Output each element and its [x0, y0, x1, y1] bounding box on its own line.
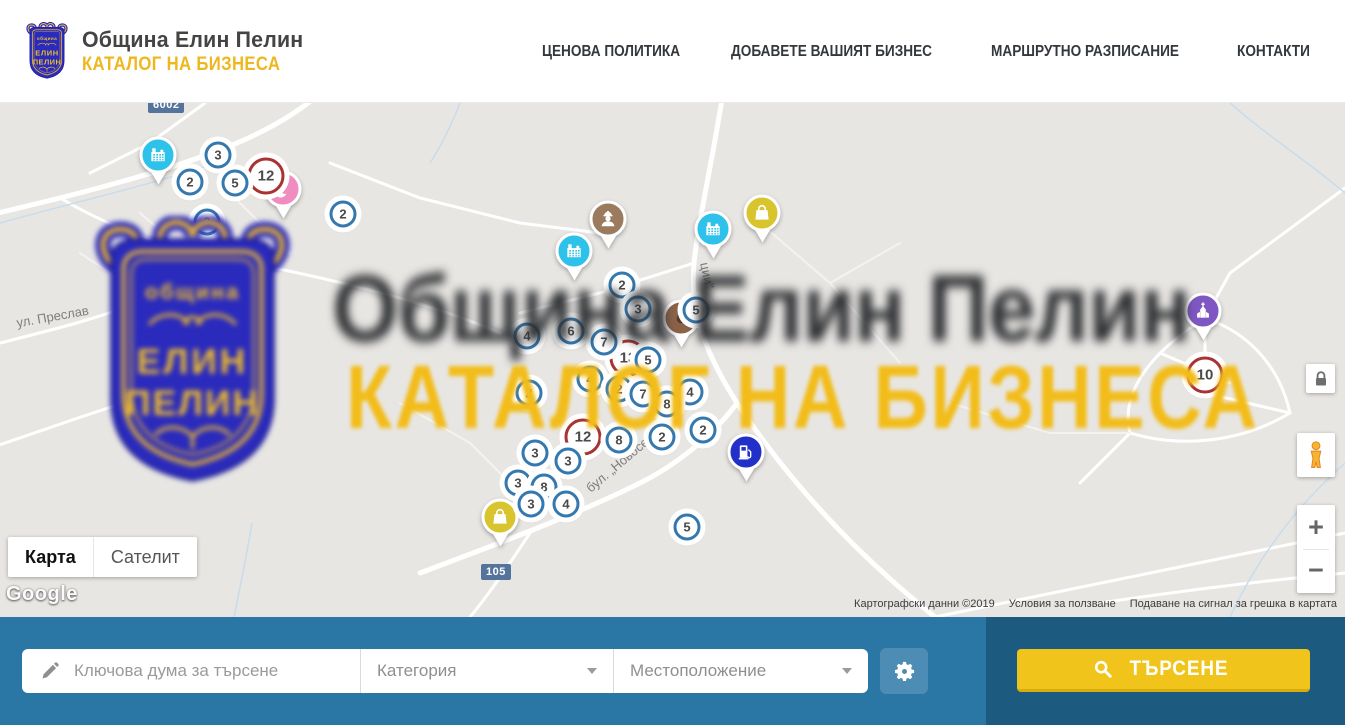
cluster-marker[interactable]: 4: [677, 379, 704, 406]
pegman-button[interactable]: [1297, 433, 1335, 477]
zoom-in-button[interactable]: +: [1297, 507, 1335, 548]
search-button-label: ТЪРСЕНЕ: [1130, 657, 1229, 681]
keyword-search-input[interactable]: [74, 661, 324, 681]
pin-circle: [744, 195, 781, 232]
search-button[interactable]: ТЪРСЕНЕ: [1017, 649, 1310, 692]
attribution-data: Картографски данни ©2019: [854, 598, 995, 610]
cluster-marker[interactable]: 2: [330, 201, 357, 228]
cluster-marker[interactable]: 2: [609, 272, 636, 299]
cluster-marker[interactable]: 7: [630, 381, 657, 408]
shopping-bag-icon: [490, 507, 511, 528]
map-type-control: Карта Сателит: [8, 537, 197, 577]
cluster-marker[interactable]: 2: [177, 169, 204, 196]
zoom-control: + −: [1297, 505, 1335, 593]
factory-icon: [148, 145, 169, 166]
zoom-out-button[interactable]: −: [1297, 550, 1335, 591]
cluster-marker[interactable]: 5: [683, 297, 710, 324]
pin-circle: [728, 434, 765, 471]
category-dropdown[interactable]: Категория: [361, 649, 613, 693]
fuel-icon: [736, 442, 757, 463]
shopping-bag-pin[interactable]: [482, 499, 519, 536]
crest-top-word: община: [37, 35, 57, 41]
municipality-crest-icon: община ЕЛИН ПЕЛИН: [24, 22, 70, 81]
lock-icon: [1311, 369, 1331, 389]
cluster-marker[interactable]: 2: [690, 417, 717, 444]
map-attribution: Картографски данни ©2019 Условия за полз…: [854, 598, 1337, 610]
cluster-marker[interactable]: 3: [522, 440, 549, 467]
map-canvas[interactable]: 6002 105 ул. Преслав бул. „Новосел ции" …: [0, 103, 1345, 617]
site-title: Община Елин Пелин: [82, 27, 303, 53]
cluster-marker[interactable]: 5: [635, 347, 662, 374]
factory-pin[interactable]: [140, 137, 177, 174]
attribution-report-link[interactable]: Подаване на сигнал за грешка в картата: [1130, 598, 1337, 610]
cluster-marker[interactable]: 10: [1187, 357, 1224, 394]
church-icon: [1193, 301, 1214, 322]
main-nav: ЦЕНОВА ПОЛИТИКА ДОБАВЕТЕ ВАШИЯТ БИЗНЕС М…: [542, 0, 1320, 103]
church-pin[interactable]: [1185, 293, 1222, 330]
keyword-section: [22, 649, 360, 693]
chevron-down-icon: [587, 668, 597, 674]
crest-line1: ЕЛИН: [35, 49, 59, 58]
map-type-map-button[interactable]: Карта: [8, 537, 93, 577]
cluster-marker[interactable]: 4: [577, 366, 604, 393]
pin-circle: [556, 233, 593, 270]
site-subtitle: КАТАЛОГ НА БИЗНЕСА: [82, 53, 283, 76]
search-bar: Категория Местоположение: [22, 649, 868, 693]
cluster-marker[interactable]: 2: [649, 424, 676, 451]
cluster-marker[interactable]: 3: [625, 296, 652, 323]
site-logo[interactable]: община ЕЛИН ПЕЛИН Община Елин Пелин КАТА…: [24, 22, 310, 81]
cluster-marker[interactable]: 2: [606, 376, 633, 403]
factory-pin[interactable]: [695, 211, 732, 248]
factory-icon: [564, 241, 585, 262]
cluster-marker[interactable]: 3: [205, 142, 232, 169]
cluster-marker[interactable]: 3: [518, 491, 545, 518]
search-panel: Категория Местоположение ТЪРСЕНЕ: [0, 617, 1345, 725]
fuel-pin[interactable]: [728, 434, 765, 471]
gear-icon: [892, 659, 917, 684]
advanced-settings-button[interactable]: [880, 648, 928, 694]
worker-icon: [598, 209, 619, 230]
cluster-marker[interactable]: 8: [654, 391, 681, 418]
location-dropdown[interactable]: Местоположение: [614, 649, 868, 693]
pin-circle: [482, 499, 519, 536]
category-dropdown-label: Категория: [377, 661, 456, 681]
cluster-marker[interactable]: 2: [516, 380, 543, 407]
pegman-icon: [1303, 439, 1329, 471]
chevron-down-icon: [842, 668, 852, 674]
location-dropdown-label: Местоположение: [630, 661, 766, 681]
cluster-marker[interactable]: 4: [514, 323, 541, 350]
cluster-marker[interactable]: 8: [606, 427, 633, 454]
shopping-bag-icon: [752, 203, 773, 224]
map-type-satellite-button[interactable]: Сателит: [93, 537, 197, 577]
attribution-terms-link[interactable]: Условия за ползване: [1009, 598, 1116, 610]
search-icon: [1093, 659, 1113, 679]
cluster-marker[interactable]: 4: [553, 491, 580, 518]
cluster-marker[interactable]: 12: [248, 158, 285, 195]
nav-item-bus-schedule[interactable]: МАРШРУТНО РАЗПИСАНИЕ: [991, 43, 1179, 61]
map-markers-layer: 321252223564137542748221282333834510: [0, 103, 1345, 617]
factory-pin[interactable]: [556, 233, 593, 270]
nav-item-contacts[interactable]: КОНТАКТИ: [1237, 43, 1310, 61]
pin-circle: [1185, 293, 1222, 330]
pin-circle: [140, 137, 177, 174]
cluster-marker[interactable]: 5: [674, 514, 701, 541]
pin-circle: [695, 211, 732, 248]
pencil-icon: [40, 661, 60, 681]
shopping-bag-pin[interactable]: [744, 195, 781, 232]
cluster-marker[interactable]: 7: [591, 329, 618, 356]
factory-icon: [703, 219, 724, 240]
pin-circle: [590, 201, 627, 238]
cluster-marker[interactable]: 6: [558, 318, 585, 345]
cluster-marker[interactable]: 5: [222, 170, 249, 197]
google-logo[interactable]: Google: [6, 583, 78, 606]
crest-line2: ПЕЛИН: [33, 57, 62, 66]
nav-item-pricing[interactable]: ЦЕНОВА ПОЛИТИКА: [542, 43, 680, 61]
header: община ЕЛИН ПЕЛИН Община Елин Пелин КАТА…: [0, 0, 1345, 103]
cluster-marker[interactable]: 3: [555, 448, 582, 475]
cluster-marker[interactable]: 2: [194, 209, 221, 236]
nav-item-add-business[interactable]: ДОБАВЕТЕ ВАШИЯТ БИЗНЕС: [731, 43, 932, 61]
lock-button[interactable]: [1306, 364, 1335, 393]
worker-pin[interactable]: [590, 201, 627, 238]
